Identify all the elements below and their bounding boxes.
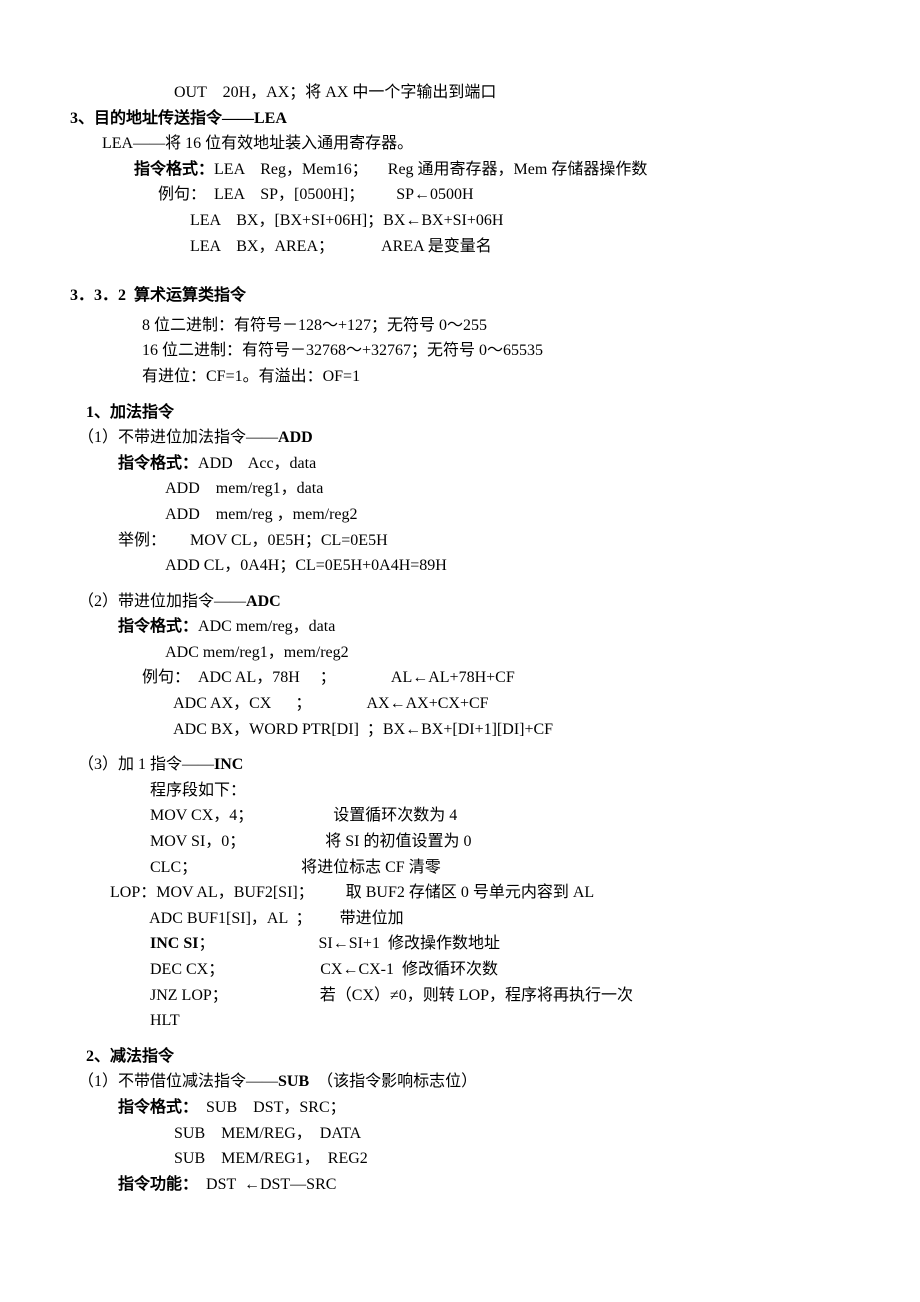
sub-line3: SUB MEM/REG1， REG2 [70,1146,850,1172]
adc-subtitle: （2）带进位加指令——ADC [70,589,850,615]
adc-mnemonic: ADC [246,593,281,610]
lea-desc: LEA——将 16 位有效地址装入通用寄存器。 [70,131,850,157]
sub-heading: 2、减法指令 [70,1044,850,1070]
inc-line7: INC SI； SI←SI+1 修改操作数地址 [70,931,850,957]
out-line: OUT 20H，AX；将 AX 中一个字输出到端口 [70,80,850,106]
format-body: LEA Reg，Mem16； Reg 通用寄存器，Mem 存储器操作数 [214,161,647,178]
sub-line2: SUB MEM/REG， DATA [70,1121,850,1147]
sub-function: 指令功能： DST ←DST—SRC [70,1172,850,1198]
add-heading: 1、加法指令 [70,400,850,426]
add-subtitle: （1）不带进位加法指令——ADD [70,425,850,451]
add-line4: 举例： MOV CL，0E5H；CL=0E5H [70,528,850,554]
add-line5: ADD CL，0A4H；CL=0E5H+0A4H=89H [70,553,850,579]
format-body: ADC mem/reg，data [198,618,335,635]
add-line3: ADD mem/reg ，mem/reg2 [70,502,850,528]
inc-line4: CLC； 将进位标志 CF 清零 [70,855,850,881]
inc-prefix: （3）加 1 指令—— [70,756,214,773]
inc-line5: LOP：MOV AL，BUF2[SI]； 取 BUF2 存储区 0 号单元内容到… [70,880,850,906]
adc-line4: ADC AX，CX ； AX←AX+CX+CF [70,691,850,717]
add-prefix: （1）不带进位加法指令—— [70,429,278,446]
inc-subtitle: （3）加 1 指令——INC [70,752,850,778]
inc-l7-pre [70,935,150,952]
lea-format: 指令格式：LEA Reg，Mem16； Reg 通用寄存器，Mem 存储器操作数 [70,157,850,183]
sub-format: 指令格式： SUB DST，SRC； [70,1095,850,1121]
sub-suffix: （该指令影响标志位） [309,1073,477,1090]
range-16bit: 16 位二进制：有符号－32768～+32767；无符号 0～65535 [70,338,850,364]
inc-line9: JNZ LOP； 若（CX）≠0，则转 LOP，程序将再执行一次 [70,983,850,1009]
format-body: ADD Acc，data [198,455,316,472]
sub-prefix: （1）不带借位减法指令—— [70,1073,278,1090]
flags-note: 有进位：CF=1。有溢出：OF=1 [70,364,850,390]
lea-ex3: LEA BX，AREA； AREA 是变量名 [70,234,850,260]
lea-ex2: LEA BX，[BX+SI+06H]；BX←BX+SI+06H [70,208,850,234]
inc-line2: MOV CX，4； 设置循环次数为 4 [70,803,850,829]
sec3-title: 3、目的地址传送指令——LEA [70,106,850,132]
adc-line5: ADC BX，WORD PTR[DI] ；BX←BX+[DI+1][DI]+CF [70,717,850,743]
adc-format: 指令格式：ADC mem/reg，data [70,614,850,640]
format-label: 指令格式： [70,161,214,178]
format-body: SUB DST，SRC； [198,1099,346,1116]
lea-ex1: 例句： LEA SP，[0500H]； SP←0500H [70,182,850,208]
format-label: 指令格式： [70,1099,198,1116]
format-label: 指令格式： [70,618,198,635]
add-format: 指令格式：ADD Acc，data [70,451,850,477]
sub-mnemonic: SUB [278,1073,309,1090]
section-3-3-2: 3．3．2 算术运算类指令 [70,283,850,309]
adc-line3: 例句： ADC AL，78H ； AL←AL+78H+CF [70,665,850,691]
inc-line8: DEC CX； CX←CX-1 修改循环次数 [70,957,850,983]
add-line2: ADD mem/reg1，data [70,476,850,502]
inc-l7-rest: ； SI←SI+1 修改操作数地址 [198,935,499,952]
inc-line1: 程序段如下： [70,778,850,804]
inc-line3: MOV SI，0； 将 SI 的初值设置为 0 [70,829,850,855]
add-mnemonic: ADD [278,429,313,446]
function-body: DST ←DST—SRC [198,1176,336,1193]
inc-line6: ADC BUF1[SI]，AL ； 带进位加 [70,906,850,932]
inc-si-bold: INC SI [150,935,198,952]
range-8bit: 8 位二进制：有符号－128～+127；无符号 0～255 [70,313,850,339]
inc-mnemonic: INC [214,756,243,773]
inc-line10: HLT [70,1008,850,1034]
function-label: 指令功能： [70,1176,198,1193]
adc-prefix: （2）带进位加指令—— [70,593,246,610]
adc-line2: ADC mem/reg1，mem/reg2 [70,640,850,666]
format-label: 指令格式： [70,455,198,472]
sub-subtitle: （1）不带借位减法指令——SUB （该指令影响标志位） [70,1069,850,1095]
